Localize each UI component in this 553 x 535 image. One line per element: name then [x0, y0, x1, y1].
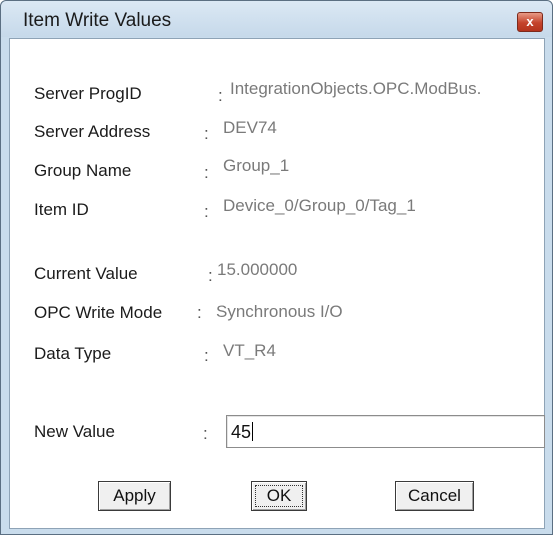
ok-button[interactable]: OK: [251, 481, 307, 511]
cancel-button-label: Cancel: [408, 486, 461, 505]
window-title: Item Write Values: [23, 10, 172, 31]
title-bar[interactable]: Item Write Values x: [1, 1, 552, 37]
current-value-colon: :: [208, 266, 213, 285]
close-icon: x: [526, 14, 534, 29]
group-name-value: Group_1: [223, 156, 290, 175]
opc-write-mode-colon: :: [197, 303, 202, 322]
apply-button-label: Apply: [113, 486, 156, 505]
server-address-colon: :: [204, 124, 209, 143]
server-progid-label: Server ProgID: [34, 84, 142, 103]
data-type-colon: :: [204, 346, 209, 365]
group-name-label: Group Name: [34, 161, 132, 180]
new-value-input[interactable]: 45: [226, 415, 545, 448]
text-caret: [252, 422, 254, 441]
item-id-colon: :: [204, 202, 209, 221]
data-type-label: Data Type: [34, 344, 112, 363]
current-value-value: 15.000000: [217, 260, 298, 279]
opc-write-mode-label: OPC Write Mode: [34, 303, 163, 322]
dialog-content: Server ProgID : IntegrationObjects.OPC.M…: [9, 38, 545, 529]
new-value-label: New Value: [34, 422, 115, 441]
opc-write-mode-value: Synchronous I/O: [216, 302, 343, 321]
apply-button[interactable]: Apply: [98, 481, 171, 511]
group-name-colon: :: [204, 163, 209, 182]
data-type-value: VT_R4: [223, 341, 276, 360]
current-value-label: Current Value: [34, 264, 138, 283]
close-button[interactable]: x: [517, 12, 543, 32]
focus-rectangle: [255, 485, 303, 507]
item-id-value: Device_0/Group_0/Tag_1: [223, 196, 416, 215]
item-id-label: Item ID: [34, 200, 89, 219]
new-value-colon: :: [203, 424, 208, 443]
dialog-window: Item Write Values x Server ProgID : Inte…: [0, 0, 553, 535]
server-progid-colon: :: [218, 86, 223, 105]
server-progid-value: IntegrationObjects.OPC.ModBus.: [230, 79, 482, 98]
cancel-button[interactable]: Cancel: [395, 481, 474, 511]
new-value-text: 45: [231, 422, 252, 442]
server-address-value: DEV74: [223, 118, 277, 137]
server-address-label: Server Address: [34, 122, 151, 141]
